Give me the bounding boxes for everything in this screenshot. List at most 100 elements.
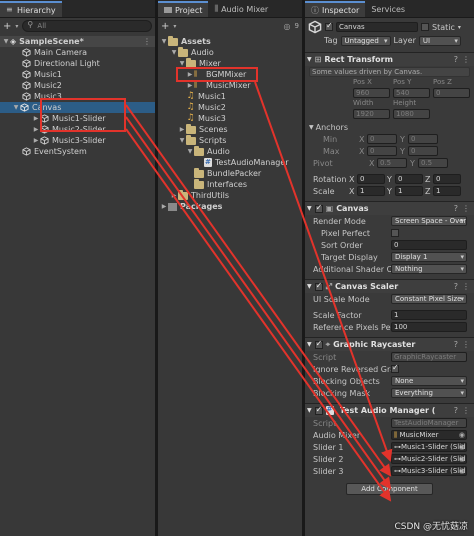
expand-arrow-icon[interactable]: ▼ xyxy=(186,146,194,157)
collapsed-arrow-icon[interactable]: ▶ xyxy=(32,113,40,124)
component-enabled-checkbox[interactable] xyxy=(314,405,323,415)
slider3-field[interactable]: ⊶Music3-Slider (Slider) xyxy=(391,466,467,476)
hierarchy-item[interactable]: Directional Light xyxy=(0,58,155,69)
active-checkbox[interactable] xyxy=(325,21,333,31)
slider1-field[interactable]: ⊶Music1-Slider (Slider) xyxy=(391,442,467,452)
width-field[interactable]: 1920 xyxy=(353,109,390,119)
expand-arrow-icon[interactable]: ▼ xyxy=(307,407,312,414)
pos-z-field[interactable]: 0 xyxy=(433,88,470,98)
hierarchy-item[interactable]: ▶ Music3-Slider xyxy=(0,135,155,146)
scale-z-field[interactable]: 1 xyxy=(433,186,461,196)
expand-arrow-icon[interactable]: ▼ xyxy=(178,135,186,146)
hierarchy-item[interactable]: Music1 xyxy=(0,69,155,80)
anchors-row[interactable]: ▼ Anchors xyxy=(305,121,474,133)
scale-factor-field[interactable]: 1 xyxy=(391,310,467,320)
add-button[interactable]: + xyxy=(3,21,11,32)
more-icon[interactable]: ⋮ xyxy=(462,204,470,213)
scene-row[interactable]: ▼ ◈ SampleScene* ⋮ xyxy=(0,36,155,47)
eye-icon[interactable]: ◎ xyxy=(284,22,291,31)
help-icon[interactable]: ? xyxy=(454,204,458,213)
pos-x-field[interactable]: 960 xyxy=(353,88,390,98)
canvas-scaler-header[interactable]: ▼ ⤢ Canvas Scaler ? ⋮ xyxy=(305,279,474,293)
project-item[interactable]: ♫ Music3 xyxy=(158,113,302,124)
max-x-field[interactable]: 0 xyxy=(367,146,397,156)
project-item[interactable]: BundlePacker xyxy=(158,167,302,179)
ui-scale-mode-dropdown[interactable]: Constant Pixel Size xyxy=(391,294,467,304)
tab-hierarchy[interactable]: ≡ Hierarchy xyxy=(0,1,62,17)
project-item[interactable]: ▼ Assets xyxy=(158,35,302,47)
hierarchy-item[interactable]: Music2 xyxy=(0,80,155,91)
pivot-y-field[interactable]: 0.5 xyxy=(418,158,448,168)
pivot-x-field[interactable]: 0.5 xyxy=(377,158,407,168)
min-y-field[interactable]: 0 xyxy=(408,134,438,144)
add-button[interactable]: + xyxy=(161,21,169,32)
help-icon[interactable]: ? xyxy=(454,340,458,349)
add-component-button[interactable]: Add Component xyxy=(346,483,433,495)
rotation-y-field[interactable]: 0 xyxy=(395,174,423,184)
project-item[interactable]: ▶ Packages xyxy=(158,201,302,212)
height-field[interactable]: 1080 xyxy=(393,109,430,119)
component-enabled-checkbox[interactable] xyxy=(314,203,323,213)
layer-dropdown[interactable]: UI xyxy=(418,35,461,46)
project-item[interactable]: ♫ Music2 xyxy=(158,102,302,113)
collapsed-arrow-icon[interactable]: ▶ xyxy=(170,190,178,201)
help-icon[interactable]: ? xyxy=(454,406,458,415)
expand-arrow-icon[interactable]: ▼ xyxy=(160,36,168,47)
pos-y-field[interactable]: 540 xyxy=(393,88,430,98)
project-item[interactable]: ▼ Audio xyxy=(158,145,302,157)
more-icon[interactable]: ⋮ xyxy=(462,340,470,349)
help-icon[interactable]: ? xyxy=(454,55,458,64)
expand-arrow-icon[interactable]: ▼ xyxy=(307,283,312,290)
reference-pixels-field[interactable]: 100 xyxy=(391,322,467,332)
expand-arrow-icon[interactable]: ▼ xyxy=(2,36,10,47)
project-item[interactable]: TestAudioManager xyxy=(158,157,302,168)
scale-y-field[interactable]: 1 xyxy=(395,186,423,196)
tab-inspector[interactable]: ⓘ Inspector xyxy=(305,1,366,17)
component-enabled-checkbox[interactable] xyxy=(314,281,323,291)
scale-x-field[interactable]: 1 xyxy=(357,186,385,196)
chevron-down-icon[interactable]: ▾ xyxy=(458,24,461,31)
collapsed-arrow-icon[interactable]: ▶ xyxy=(32,135,40,146)
slider2-field[interactable]: ⊶Music2-Slider (Slider) xyxy=(391,454,467,464)
collapsed-arrow-icon[interactable]: ▶ xyxy=(32,124,40,135)
audio-mixer-field[interactable]: ⫼ MusicMixer xyxy=(391,430,467,440)
target-display-dropdown[interactable]: Display 1 xyxy=(391,252,467,262)
pixel-perfect-checkbox[interactable] xyxy=(391,229,399,237)
tab-services[interactable]: Services xyxy=(365,1,411,17)
more-icon[interactable]: ⋮ xyxy=(462,55,470,64)
component-enabled-checkbox[interactable] xyxy=(314,339,323,349)
max-y-field[interactable]: 0 xyxy=(408,146,438,156)
hierarchy-item[interactable]: EventSystem xyxy=(0,146,155,157)
more-icon[interactable]: ⋮ xyxy=(462,406,470,415)
more-icon[interactable]: ⋮ xyxy=(462,282,470,291)
project-item[interactable]: ▼ Audio xyxy=(158,46,302,58)
project-item[interactable]: Interfaces xyxy=(158,178,302,190)
tab-project[interactable]: Project xyxy=(158,1,209,17)
hierarchy-item[interactable]: Main Camera xyxy=(0,47,155,58)
project-item[interactable]: ▶ Scenes xyxy=(158,123,302,135)
expand-arrow-icon[interactable]: ▼ xyxy=(307,341,312,348)
sort-order-field[interactable]: 0 xyxy=(391,240,467,250)
min-x-field[interactable]: 0 xyxy=(367,134,397,144)
canvas-component-header[interactable]: ▼ ▣ Canvas ? ⋮ xyxy=(305,201,474,215)
blocking-mask-dropdown[interactable]: Everything xyxy=(391,388,467,398)
expand-arrow-icon[interactable]: ▼ xyxy=(307,205,312,212)
expand-arrow-icon[interactable]: ▼ xyxy=(170,47,178,58)
tag-dropdown[interactable]: Untagged xyxy=(340,35,391,46)
rect-transform-header[interactable]: ▼ ⊞ Rect Transform ? ⋮ xyxy=(305,52,474,66)
expand-arrow-icon[interactable]: ▼ xyxy=(307,56,312,63)
hierarchy-search-input[interactable]: All xyxy=(22,20,152,32)
help-icon[interactable]: ? xyxy=(454,282,458,291)
ignore-reversed-checkbox[interactable] xyxy=(391,363,399,373)
project-item[interactable]: ♫ Music1 xyxy=(158,91,302,102)
chevron-down-icon[interactable]: ▾ xyxy=(15,23,18,30)
object-name-field[interactable]: Canvas xyxy=(336,22,418,32)
chevron-down-icon[interactable]: ▾ xyxy=(173,23,176,30)
tab-audio-mixer[interactable]: ⫼ Audio Mixer xyxy=(208,1,274,17)
graphic-raycaster-header[interactable]: ▼ ⌖ Graphic Raycaster ? ⋮ xyxy=(305,337,474,351)
collapsed-arrow-icon[interactable]: ▶ xyxy=(160,201,168,212)
collapsed-arrow-icon[interactable]: ▶ xyxy=(178,124,186,135)
rotation-x-field[interactable]: 0 xyxy=(357,174,385,184)
static-checkbox[interactable] xyxy=(421,23,429,31)
project-item[interactable]: ▶ ThirdUtils xyxy=(158,189,302,201)
